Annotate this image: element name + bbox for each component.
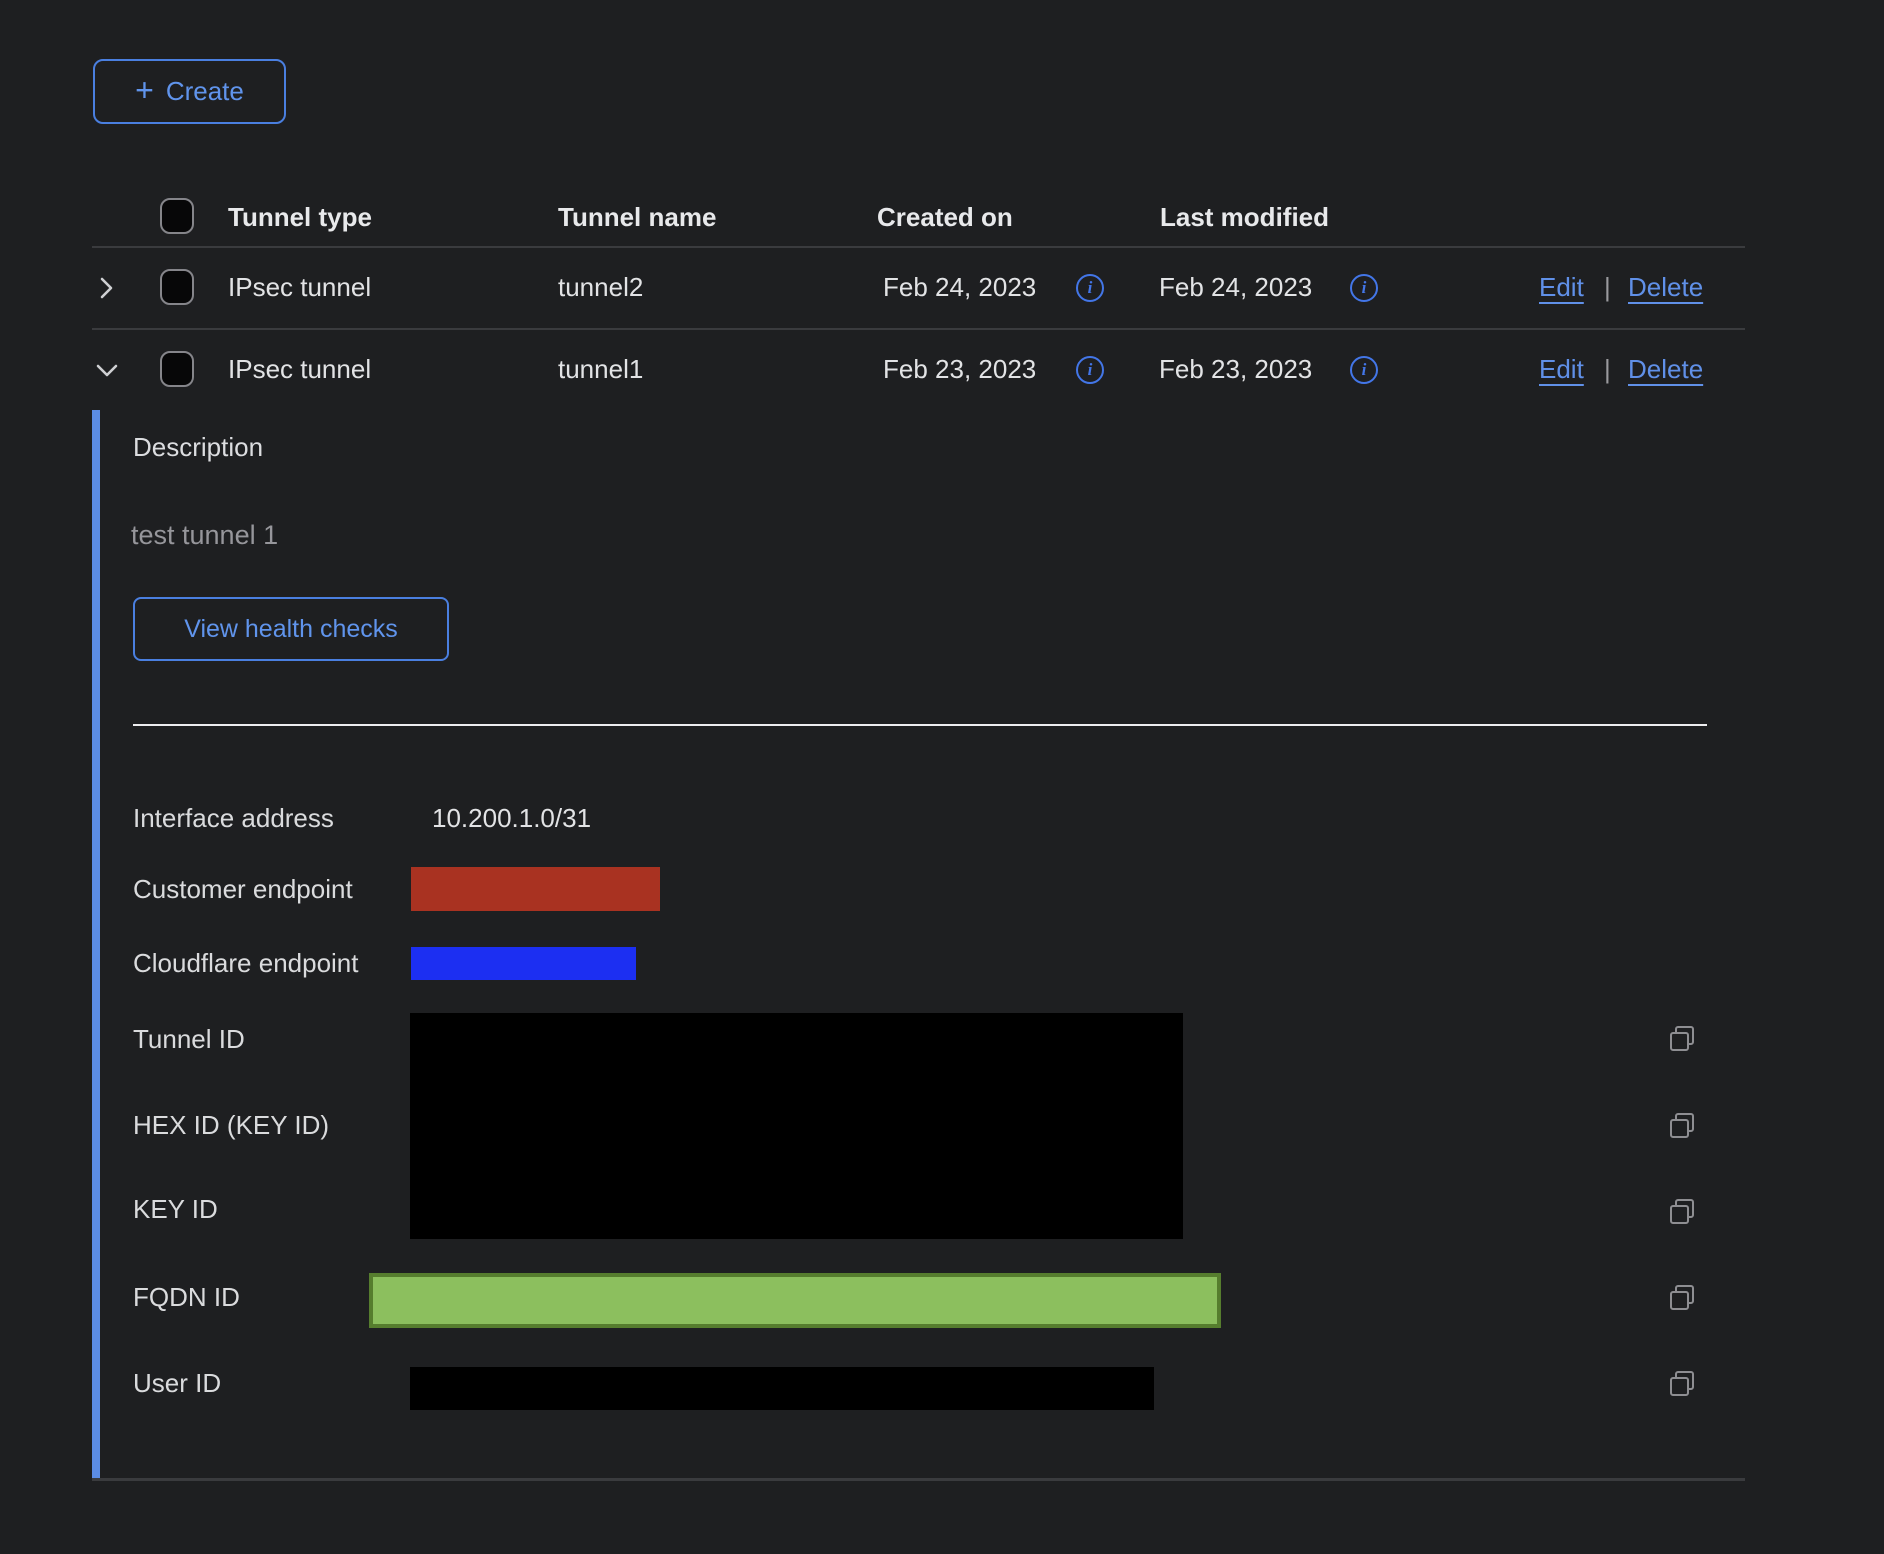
- copy-icon[interactable]: [1666, 1196, 1698, 1228]
- edit-link[interactable]: Edit: [1539, 354, 1584, 384]
- info-icon[interactable]: i: [1076, 274, 1104, 302]
- table-row-tunnel2: IPsec tunnel tunnel2 Feb 24, 2023 i Feb …: [92, 248, 1745, 330]
- info-icon[interactable]: i: [1350, 356, 1378, 384]
- action-separator: |: [1604, 354, 1611, 385]
- chevron-down-icon[interactable]: [92, 355, 122, 385]
- view-health-checks-button[interactable]: View health checks: [133, 597, 449, 661]
- info-icon[interactable]: i: [1350, 274, 1378, 302]
- tunnels-page: + Create Tunnel type Tunnel name Created…: [0, 0, 1884, 1554]
- column-header-tunnel-name: Tunnel name: [558, 202, 716, 232]
- action-separator: |: [1604, 272, 1611, 303]
- select-all-checkbox[interactable]: [160, 198, 194, 234]
- copy-icon[interactable]: [1666, 1282, 1698, 1314]
- row-checkbox[interactable]: [160, 269, 194, 305]
- ids-redaction-block: [410, 1013, 1183, 1239]
- tunnel-type-cell: IPsec tunnel: [228, 272, 371, 302]
- cloudflare-endpoint-redaction: [411, 947, 636, 980]
- last-modified-cell: Feb 24, 2023: [1159, 272, 1312, 302]
- description-value: test tunnel 1: [131, 520, 278, 551]
- copy-icon[interactable]: [1666, 1110, 1698, 1142]
- table-bottom-border: [92, 1478, 1745, 1481]
- table-row-tunnel1: IPsec tunnel tunnel1 Feb 23, 2023 i Feb …: [92, 330, 1745, 410]
- copy-icon[interactable]: [1666, 1368, 1698, 1400]
- edit-link[interactable]: Edit: [1539, 272, 1584, 302]
- description-label: Description: [133, 432, 263, 463]
- chevron-right-icon[interactable]: [92, 273, 122, 303]
- user-id-label: User ID: [133, 1367, 221, 1399]
- tunnel-name-cell: tunnel1: [558, 354, 643, 384]
- last-modified-cell: Feb 23, 2023: [1159, 354, 1312, 384]
- table-header: Tunnel type Tunnel name Created on Last …: [92, 190, 1745, 248]
- delete-link[interactable]: Delete: [1628, 354, 1703, 384]
- column-header-created-on: Created on: [877, 202, 1013, 232]
- created-on-cell: Feb 23, 2023: [883, 354, 1036, 384]
- create-button[interactable]: + Create: [93, 59, 286, 124]
- tunnel-type-cell: IPsec tunnel: [228, 354, 371, 384]
- delete-link[interactable]: Delete: [1628, 272, 1703, 302]
- copy-icon[interactable]: [1666, 1023, 1698, 1055]
- tunnel-id-label: Tunnel ID: [133, 1023, 245, 1055]
- fqdn-id-redaction: [369, 1273, 1221, 1328]
- section-divider: [133, 724, 1707, 726]
- cloudflare-endpoint-label: Cloudflare endpoint: [133, 947, 359, 979]
- column-header-tunnel-type: Tunnel type: [228, 202, 372, 232]
- row-checkbox[interactable]: [160, 351, 194, 387]
- info-icon[interactable]: i: [1076, 356, 1104, 384]
- expanded-panel-accent-bar: [92, 410, 100, 1478]
- create-button-label: Create: [166, 76, 244, 107]
- column-header-last-modified: Last modified: [1160, 202, 1329, 232]
- interface-address-label: Interface address: [133, 802, 334, 834]
- interface-address-value: 10.200.1.0/31: [432, 802, 591, 834]
- customer-endpoint-label: Customer endpoint: [133, 873, 353, 905]
- user-id-redaction: [410, 1367, 1154, 1410]
- tunnel-name-cell: tunnel2: [558, 272, 643, 302]
- plus-icon: +: [135, 74, 154, 106]
- key-id-label: KEY ID: [133, 1193, 218, 1225]
- hex-id-label: HEX ID (KEY ID): [133, 1109, 329, 1141]
- fqdn-id-label: FQDN ID: [133, 1281, 240, 1313]
- created-on-cell: Feb 24, 2023: [883, 272, 1036, 302]
- customer-endpoint-redaction: [411, 867, 660, 911]
